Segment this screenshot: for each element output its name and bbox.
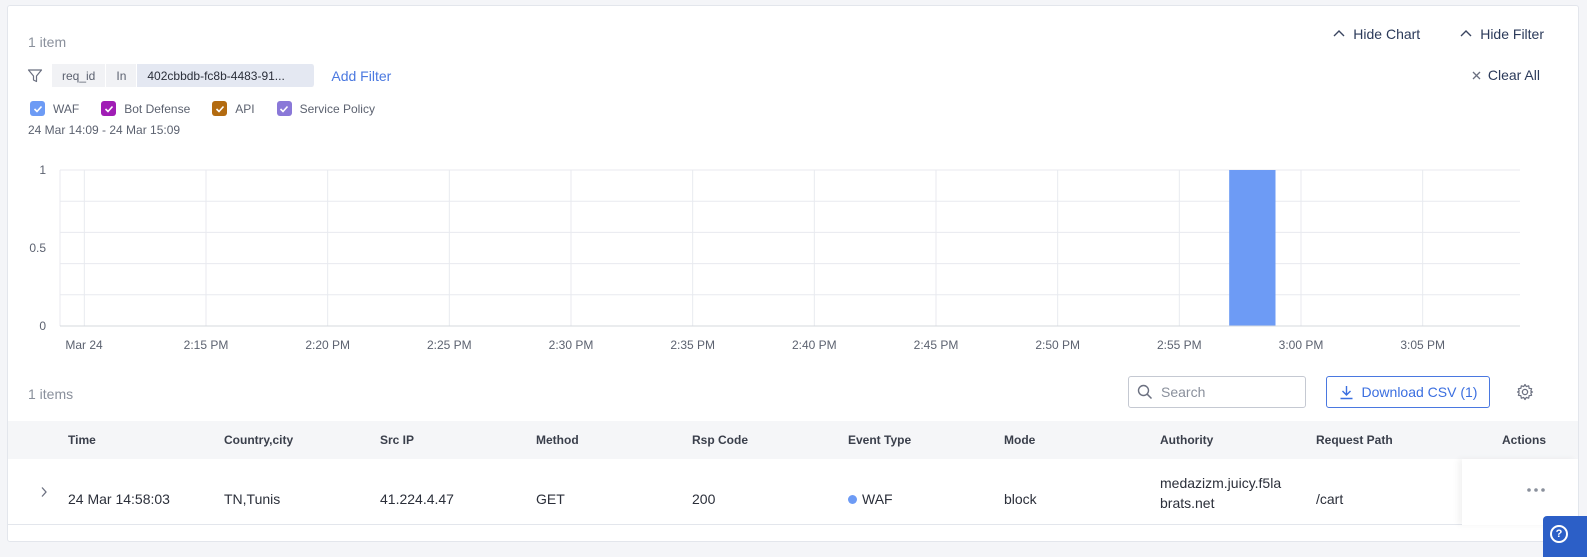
cell-rsp-code: 200 [692, 491, 716, 507]
gear-icon[interactable] [1516, 383, 1534, 401]
column-header-method[interactable]: Method [536, 433, 579, 447]
filter-operator-chip[interactable]: In [106, 64, 138, 87]
column-header-request-path[interactable]: Request Path [1316, 433, 1393, 447]
column-header-actions: Actions [1502, 433, 1547, 447]
event-type-label: WAF [862, 491, 893, 507]
x-tick-label: 2:20 PM [305, 338, 350, 352]
hide-filter-button[interactable]: Hide Filter [1460, 26, 1544, 42]
help-icon: ? [1550, 525, 1568, 543]
table-header: Time Country,city Src IP Method Rsp Code… [8, 421, 1578, 459]
authority-line: medazizm.juicy.f5la [1160, 475, 1282, 491]
column-header-src-ip[interactable]: Src IP [380, 433, 414, 447]
column-header-authority[interactable]: Authority [1160, 433, 1213, 447]
authority-line: brats.net [1160, 495, 1215, 511]
checkbox-checked-icon[interactable] [276, 101, 292, 116]
filter-field-chip[interactable]: req_id [52, 64, 107, 87]
x-tick-label: 2:35 PM [670, 338, 715, 352]
date-range: 24 Mar 14:09 - 24 Mar 15:09 [28, 123, 181, 137]
filter-value-chip[interactable]: 402cbbdb-fc8b-4483-91... [137, 64, 316, 87]
top-actions: Hide Chart Hide Filter [1333, 26, 1544, 42]
legend-label: WAF [53, 101, 80, 116]
y-tick-label: 1 [39, 163, 46, 177]
x-tick-label: 2:50 PM [1035, 338, 1080, 352]
y-tick-label: 0 [39, 319, 46, 333]
hide-chart-button[interactable]: Hide Chart [1333, 26, 1420, 42]
add-filter-link[interactable]: Add Filter [331, 68, 391, 84]
download-csv-label: Download CSV (1) [1361, 384, 1478, 400]
legend-label: API [235, 101, 255, 116]
item-count: 1 item [28, 34, 67, 50]
clear-all-button[interactable]: Clear All [1472, 67, 1540, 83]
checkbox-checked-icon[interactable] [101, 101, 117, 116]
clear-all-label: Clear All [1487, 67, 1540, 83]
help-label: ? [1555, 528, 1563, 540]
search-input[interactable] [1161, 384, 1291, 400]
checkbox-checked-icon[interactable] [30, 101, 45, 116]
legend-label: Bot Defense [124, 101, 191, 116]
download-icon [1340, 385, 1353, 399]
x-tick-label: 3:00 PM [1279, 338, 1324, 352]
legend-item-bot-defense[interactable]: Bot Defense [101, 101, 190, 116]
x-tick-label: 2:40 PM [792, 338, 837, 352]
cell-authority: medazizm.juicy.f5la brats.net [1160, 473, 1281, 513]
event-type-dot-icon [848, 495, 857, 504]
search-box[interactable] [1128, 376, 1306, 408]
chevron-right-icon[interactable] [38, 486, 50, 498]
cell-request-path: /cart [1316, 491, 1344, 507]
chart-legend: WAF Bot Defense API Service Policy [30, 101, 375, 116]
x-tick-label: Mar 24 [65, 338, 103, 352]
hide-filter-label: Hide Filter [1480, 26, 1544, 42]
column-header-mode[interactable]: Mode [1004, 433, 1035, 447]
column-header-event-type[interactable]: Event Type [848, 433, 911, 447]
download-csv-button[interactable]: Download CSV (1) [1326, 376, 1490, 408]
events-histogram-chart: Mar 24 2:15 PM 2:20 PM 2:25 PM 2:30 PM 2:35 P… [29, 163, 1520, 352]
y-tick-label: 0.5 [29, 241, 46, 255]
help-widget-button[interactable]: ? [1543, 516, 1587, 557]
filter-icon [26, 67, 44, 85]
cell-method: GET [536, 491, 565, 507]
checkbox-checked-icon[interactable] [212, 101, 228, 116]
x-tick-label: 2:25 PM [427, 338, 472, 352]
legend-item-api[interactable]: API [212, 101, 255, 116]
legend-label: Service Policy [299, 101, 375, 116]
column-header-rsp-code[interactable]: Rsp Code [692, 433, 748, 447]
cell-time: 24 Mar 14:58:03 [68, 491, 170, 507]
column-header-time[interactable]: Time [68, 433, 96, 447]
filter-value: 402cbbdb-fc8b-4483-91... [147, 68, 285, 83]
cell-event-type: WAF [848, 491, 893, 507]
chart-bar [1229, 170, 1276, 326]
cell-country-city: TN,Tunis [224, 491, 281, 507]
x-tick-label: 2:30 PM [549, 338, 594, 352]
cell-mode: block [1004, 491, 1037, 507]
hide-chart-label: Hide Chart [1353, 26, 1421, 42]
filter-row: req_id In 402cbbdb-fc8b-4483-91... Add F… [26, 64, 391, 87]
legend-item-service-policy[interactable]: Service Policy [276, 101, 375, 116]
table-item-count: 1 items [28, 386, 74, 402]
x-tick-label: 3:05 PM [1400, 338, 1445, 352]
cell-src-ip: 41.224.4.47 [380, 491, 454, 507]
x-tick-label: 2:55 PM [1157, 338, 1202, 352]
search-icon [1137, 384, 1153, 400]
security-events-panel: 1 item Hide Chart Hide Filter req_id In … [7, 5, 1579, 542]
chevron-up-icon [1460, 30, 1472, 37]
chevron-up-icon [1333, 30, 1345, 37]
legend-item-waf[interactable]: WAF [30, 101, 79, 116]
table-row[interactable]: 24 Mar 14:58:03 TN,Tunis 41.224.4.47 GET… [8, 459, 1578, 525]
x-tick-label: 2:15 PM [184, 338, 229, 352]
more-horizontal-icon[interactable] [1526, 485, 1546, 495]
column-header-country-city[interactable]: Country,city [224, 433, 293, 447]
close-icon [1472, 71, 1481, 79]
x-tick-label: 2:45 PM [914, 338, 959, 352]
